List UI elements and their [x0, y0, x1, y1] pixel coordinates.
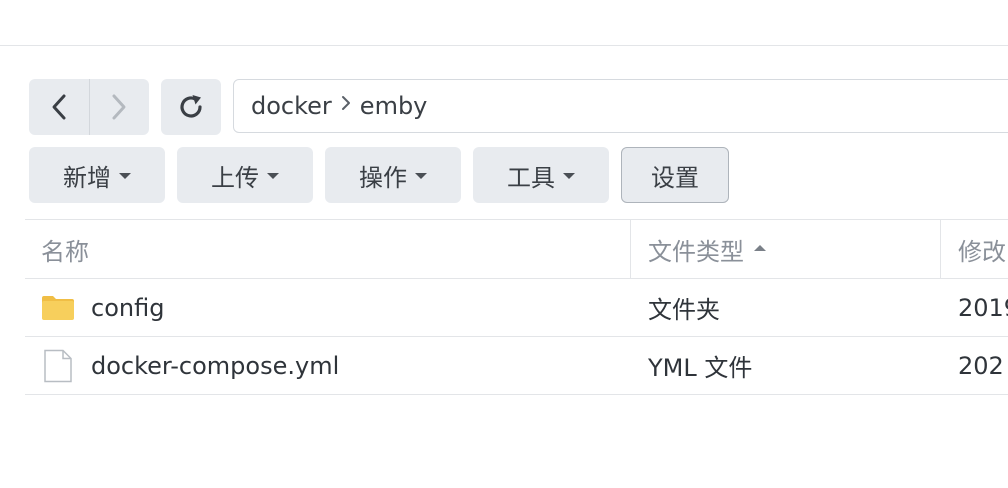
file-modified: 2019 [958, 293, 1008, 322]
file-table: 名称 文件类型 修改 config 文件夹 2019 [25, 219, 1008, 395]
actions-button[interactable]: 操作 [325, 147, 461, 203]
sort-ascending-icon [754, 245, 766, 251]
path-bar[interactable]: docker emby [233, 79, 1008, 133]
table-header: 名称 文件类型 修改 [25, 219, 1008, 279]
chevron-right-icon [112, 94, 126, 120]
breadcrumb-emby[interactable]: emby [360, 92, 428, 120]
chevron-left-icon [52, 94, 66, 120]
history-nav [29, 79, 149, 135]
file-type: 文件夹 [648, 296, 720, 324]
table-row[interactable]: docker-compose.yml YML 文件 202 [25, 337, 1008, 395]
file-modified: 202 [958, 351, 1004, 380]
tools-button-label: 工具 [507, 163, 555, 192]
caret-down-icon [415, 173, 427, 179]
breadcrumb-docker[interactable]: docker [251, 92, 332, 120]
column-header-name[interactable]: 名称 [41, 220, 89, 278]
file-type: YML 文件 [648, 354, 753, 382]
folder-icon [42, 296, 74, 320]
file-icon [44, 349, 72, 383]
chevron-right-icon [336, 93, 356, 113]
upload-button[interactable]: 上传 [177, 147, 313, 203]
add-button[interactable]: 新增 [29, 147, 165, 203]
actions-button-label: 操作 [359, 163, 407, 192]
forward-button[interactable] [89, 79, 149, 135]
refresh-icon [180, 95, 202, 118]
file-name: docker-compose.yml [91, 351, 340, 380]
caret-down-icon [563, 173, 575, 179]
column-resizer[interactable] [630, 220, 631, 278]
column-header-modified[interactable]: 修改 [958, 220, 1006, 278]
caret-down-icon [267, 173, 279, 179]
add-button-label: 新增 [63, 163, 111, 192]
settings-button[interactable]: 设置 [621, 147, 729, 203]
column-resizer[interactable] [940, 220, 941, 278]
column-header-name-label: 名称 [41, 237, 89, 266]
column-header-modified-label: 修改 [958, 237, 1006, 266]
tools-button[interactable]: 工具 [473, 147, 609, 203]
top-divider [0, 45, 1008, 46]
file-manager: docker emby 新增 上传 操作 工具 设置 名称 文件类型 修改 co… [0, 0, 1008, 488]
file-name: config [91, 293, 165, 322]
settings-button-label: 设置 [651, 163, 699, 192]
refresh-button[interactable] [161, 79, 221, 135]
column-header-type-label: 文件类型 [648, 237, 744, 266]
caret-down-icon [119, 173, 131, 179]
upload-button-label: 上传 [211, 163, 259, 192]
back-button[interactable] [29, 79, 89, 135]
table-row[interactable]: config 文件夹 2019 [25, 279, 1008, 337]
column-header-type[interactable]: 文件类型 [648, 220, 766, 278]
